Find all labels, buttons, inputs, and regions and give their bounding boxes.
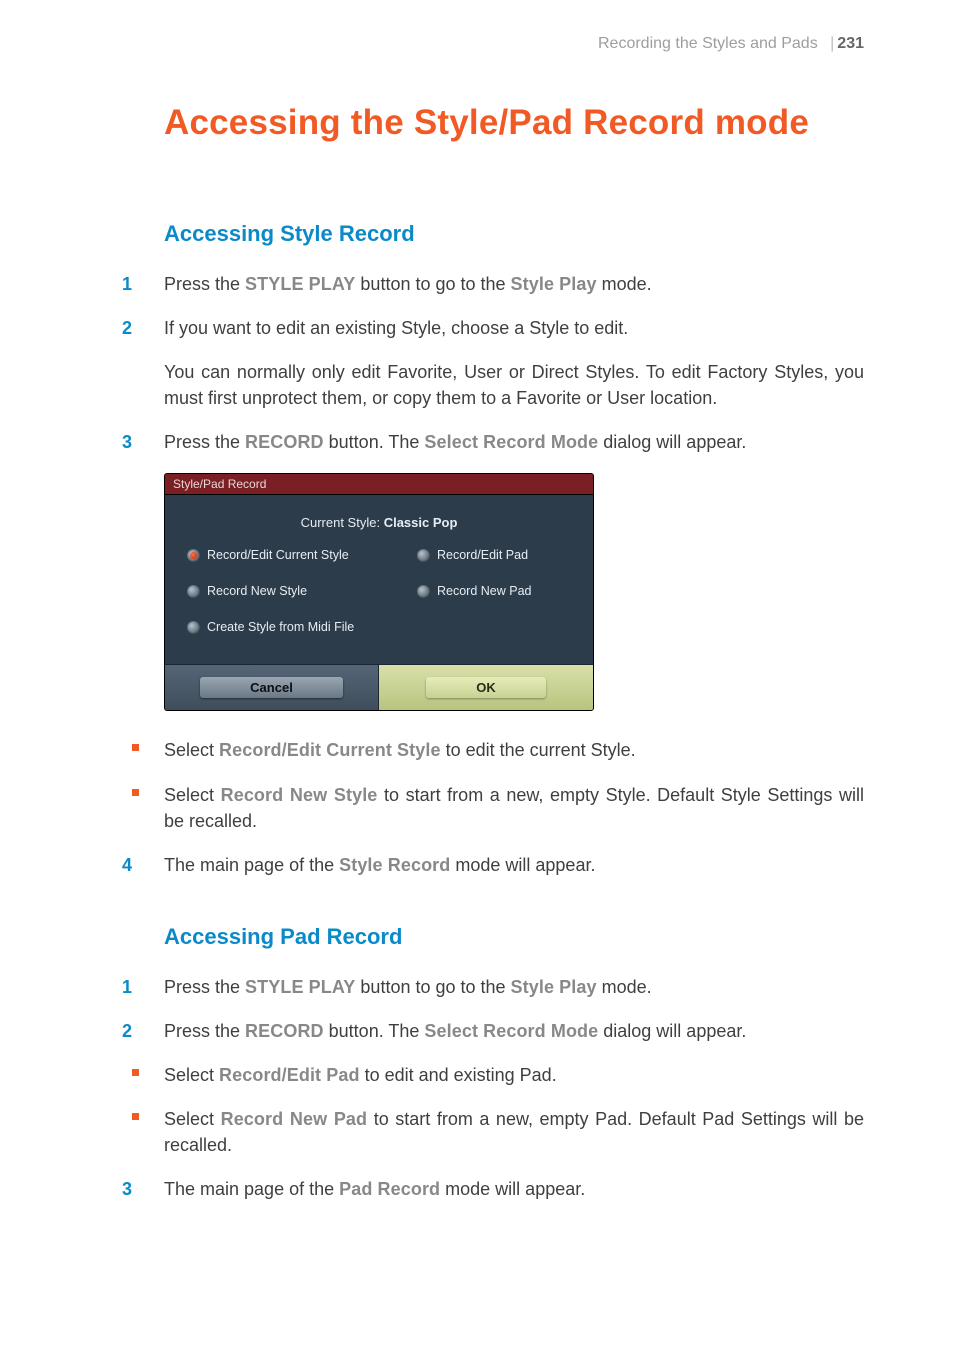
step-number: 4 [90,852,164,878]
step-a3: 3 Press the RECORD button. The Select Re… [90,429,864,455]
paragraph-note: You can normally only edit Favorite, Use… [90,359,864,411]
radio-icon [187,621,200,634]
step-number: 1 [90,271,164,297]
radio-record-new-style[interactable]: Record New Style [187,584,417,598]
bullet-b1: Select Record/Edit Pad to edit and exist… [90,1062,864,1088]
step-number: 3 [90,429,164,455]
em-record-edit-pad: Record/Edit Pad [219,1065,360,1085]
em-style-record: Style Record [339,855,450,875]
radio-icon [187,585,200,598]
page-number: 231 [837,35,864,52]
step-body: If you want to edit an existing Style, c… [164,315,864,341]
radio-record-edit-pad[interactable]: Record/Edit Pad [417,548,571,562]
step-number: 1 [90,974,164,1000]
square-bullet-icon [132,744,139,751]
radio-label: Record/Edit Pad [437,548,528,562]
step-number: 2 [90,315,164,341]
paragraph-body: You can normally only edit Favorite, Use… [164,359,864,411]
bullet-body: Select Record New Style to start from a … [164,782,864,834]
em-record-edit-current-style: Record/Edit Current Style [219,740,441,760]
dialog-screenshot: Style/Pad Record Current Style: Classic … [164,473,864,711]
dialog-current-style: Current Style: Classic Pop [165,495,593,548]
step-a4: 4 The main page of the Style Record mode… [90,852,864,878]
radio-create-style-from-midi[interactable]: Create Style from Midi File [187,620,571,634]
em-style-play-mode: Style Play [511,977,597,997]
step-number: 2 [90,1018,164,1044]
radio-record-new-pad[interactable]: Record New Pad [417,584,571,598]
bullet-body: Select Record New Pad to start from a ne… [164,1106,864,1158]
bullet-a2: Select Record New Style to start from a … [90,782,864,834]
square-bullet-icon [132,1069,139,1076]
separator-pipe: | [830,35,834,52]
button-label: OK [426,677,546,698]
step-a1: 1 Press the STYLE PLAY button to go to t… [90,271,864,297]
radio-label: Record New Pad [437,584,532,598]
step-body: The main page of the Style Record mode w… [164,852,864,878]
square-bullet-icon [132,789,139,796]
step-body: Press the RECORD button. The Select Reco… [164,1018,864,1044]
step-a2: 2 If you want to edit an existing Style,… [90,315,864,341]
step-b3: 3 The main page of the Pad Record mode w… [90,1176,864,1202]
page: Recording the Styles and Pads |231 Acces… [0,0,954,1354]
step-number: 3 [90,1176,164,1202]
dialog-options: Record/Edit Current Style Record/Edit Pa… [165,548,593,664]
dialog-select-record-mode: Style/Pad Record Current Style: Classic … [164,473,594,711]
em-record-new-style: Record New Style [221,785,378,805]
step-b2: 2 Press the RECORD button. The Select Re… [90,1018,864,1044]
radio-label: Record/Edit Current Style [207,548,349,562]
em-style-play-mode: Style Play [511,274,597,294]
page-title: Accessing the Style/Pad Record mode [164,103,864,143]
ok-button[interactable]: OK [379,665,593,710]
radio-icon [187,549,200,562]
bullet-b2: Select Record New Pad to start from a ne… [90,1106,864,1158]
step-body: The main page of the Pad Record mode wil… [164,1176,864,1202]
dialog-title: Style/Pad Record [165,474,593,495]
step-body: Press the RECORD button. The Select Reco… [164,429,864,455]
heading-accessing-pad-record: Accessing Pad Record [164,924,864,950]
radio-icon [417,585,430,598]
em-record-new-pad: Record New Pad [221,1109,368,1129]
em-select-record-mode: Select Record Mode [424,432,598,452]
bullet-a1: Select Record/Edit Current Style to edit… [90,737,864,763]
step-b1: 1 Press the STYLE PLAY button to go to t… [90,974,864,1000]
em-record: RECORD [245,1021,324,1041]
bullet-body: Select Record/Edit Pad to edit and exist… [164,1062,864,1088]
em-pad-record: Pad Record [339,1179,440,1199]
dialog-buttons: Cancel OK [165,664,593,710]
square-bullet-icon [132,1113,139,1120]
current-style-value: Classic Pop [384,515,458,530]
em-record: RECORD [245,432,324,452]
step-body: Press the STYLE PLAY button to go to the… [164,271,864,297]
em-style-play: STYLE PLAY [245,977,355,997]
radio-icon [417,549,430,562]
radio-label: Create Style from Midi File [207,620,354,634]
em-style-play: STYLE PLAY [245,274,355,294]
radio-label: Record New Style [207,584,307,598]
radio-record-edit-current-style[interactable]: Record/Edit Current Style [187,548,417,562]
heading-accessing-style-record: Accessing Style Record [164,221,864,247]
button-label: Cancel [200,677,343,698]
bullet-body: Select Record/Edit Current Style to edit… [164,737,864,763]
em-select-record-mode: Select Record Mode [424,1021,598,1041]
section-name: Recording the Styles and Pads [598,35,818,52]
step-body: Press the STYLE PLAY button to go to the… [164,974,864,1000]
cancel-button[interactable]: Cancel [165,665,379,710]
running-header: Recording the Styles and Pads |231 [90,35,864,53]
